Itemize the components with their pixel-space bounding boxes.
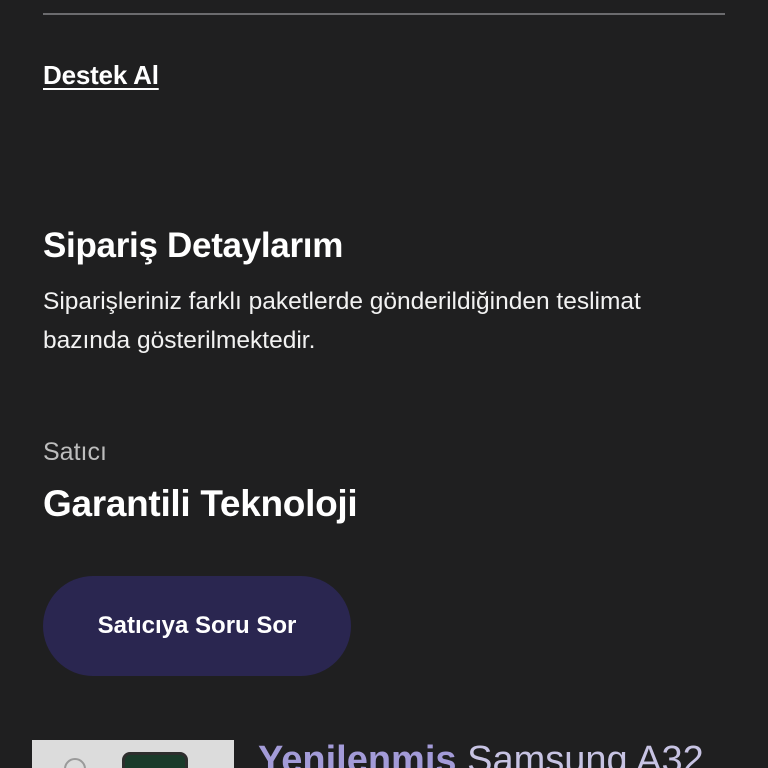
order-details-description: Siparişleriniz farklı paketlerde gönderi…: [43, 288, 641, 354]
product-row[interactable]: Yenilenmiş Samsung A32: [32, 740, 768, 768]
product-thumbnail[interactable]: [32, 740, 234, 768]
product-title[interactable]: Yenilenmiş Samsung A32: [258, 740, 704, 768]
product-condition-tag: Yenilenmiş: [258, 739, 457, 768]
order-detail-page: Destek Al Sipariş Detaylarım Siparişleri…: [0, 0, 768, 768]
get-support-link[interactable]: Destek Al: [43, 60, 159, 91]
order-details-title: Sipariş Detaylarım: [43, 226, 344, 265]
phone-image: [122, 752, 188, 768]
camera-icon: [64, 758, 86, 768]
ask-seller-button[interactable]: Satıcıya Soru Sor: [43, 576, 351, 676]
seller-label: Satıcı: [43, 438, 107, 466]
seller-name[interactable]: Garantili Teknoloji: [43, 483, 358, 525]
product-name: Samsung A32: [467, 739, 704, 768]
top-divider: [43, 13, 725, 15]
